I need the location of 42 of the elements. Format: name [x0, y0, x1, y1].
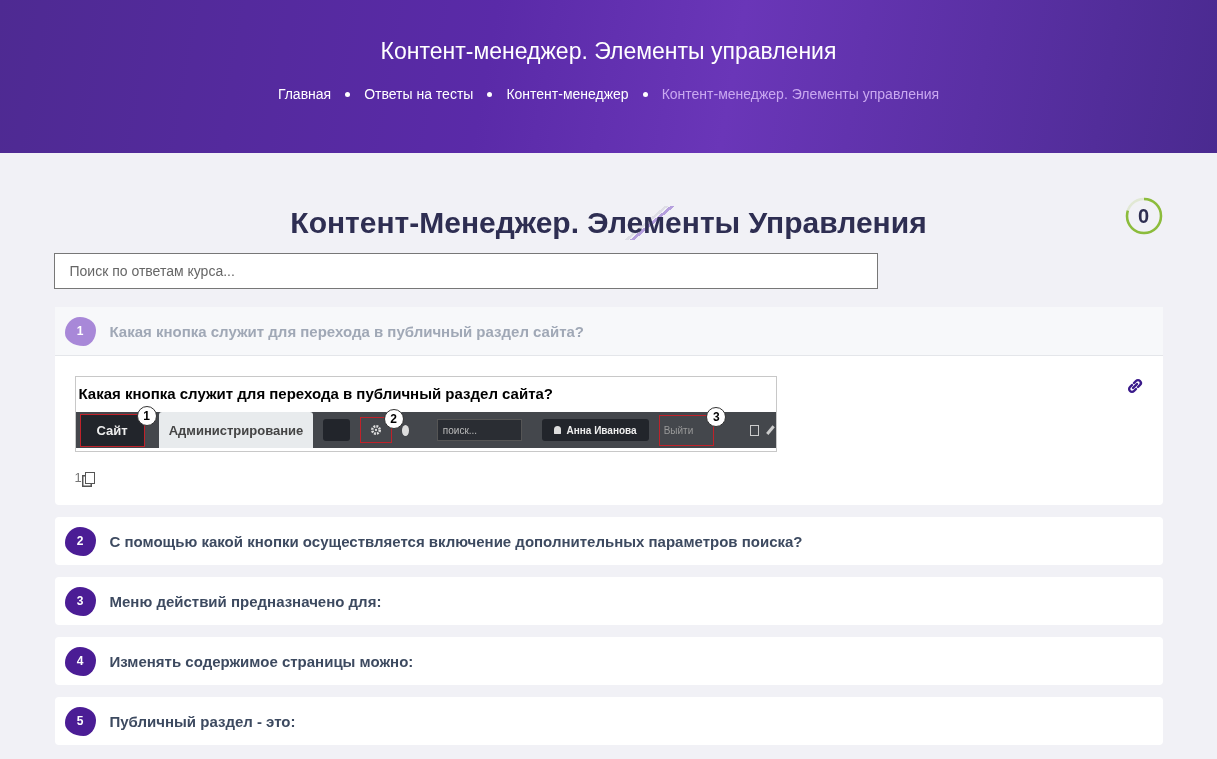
answer-text: 1 — [74, 470, 82, 485]
number-badge: 2 — [64, 526, 96, 556]
site-button[interactable]: Сайт — [80, 414, 144, 446]
user-icon — [553, 426, 561, 434]
breadcrumb-link[interactable]: Ответы на тесты — [364, 86, 474, 102]
bullet-icon — [487, 91, 493, 97]
question-header[interactable]: 4 Изменять содержимое страницы можно: — [54, 637, 1163, 685]
breadcrumb-current: Контент-менеджер. Элементы управления — [661, 86, 940, 102]
number-badge: 3 — [64, 586, 96, 616]
breadcrumb-link[interactable]: Главная — [277, 86, 332, 102]
number-marker: 1 — [136, 405, 157, 426]
page-header-title: Контент-менеджер. Элементы управления — [380, 38, 837, 65]
question-header[interactable]: 2 С помощью какой кнопки осуществляется включение дополнительных параметров поиска? — [54, 517, 1163, 565]
number-badge: 5 — [64, 706, 96, 736]
question-text: Какая кнопка служит для перехода в публичный раздел сайта? — [109, 322, 584, 340]
gear-icon[interactable] — [368, 423, 383, 437]
window-icon[interactable] — [750, 424, 759, 436]
question-header[interactable]: 3 Меню действий предназначено для: — [54, 577, 1163, 625]
screenshot-question: Какая кнопка служит для перехода в публичный раздел сайта? — [77, 384, 554, 404]
question-header[interactable]: 5 Публичный раздел - это: — [54, 697, 1163, 745]
progress-value: 0 — [1137, 204, 1150, 228]
bullet-icon — [642, 91, 648, 97]
question-text: Публичный раздел - это: — [109, 712, 296, 730]
progress-ring-drawing — [1123, 196, 1164, 236]
number-badge: 1 — [64, 316, 96, 346]
user-name: Анна Иванова — [566, 424, 637, 436]
number-marker: 3 — [706, 406, 727, 427]
page-title: Контент-Менеджер. Элементы Управления — [290, 206, 927, 240]
breadcrumb-link[interactable]: Контент-менеджер — [506, 86, 629, 102]
search-placeholder: поиск... — [442, 424, 478, 436]
link-icon[interactable] — [1126, 378, 1143, 394]
number-badge: 4 — [64, 646, 96, 676]
bullet-icon — [345, 91, 351, 97]
user-button[interactable]: Анна Иванова — [541, 419, 649, 441]
question-text: Изменять содержимое страницы можно: — [109, 652, 414, 670]
toolbar-search-field[interactable]: поиск... — [436, 419, 522, 441]
question-text: С помощью какой кнопки осуществляется включение дополнительных параметров поиска? — [109, 532, 803, 550]
admin-tab[interactable]: Администрирование — [158, 412, 314, 448]
number-marker: 2 — [383, 409, 404, 429]
question-text: Меню действий предназначено для: — [109, 592, 382, 610]
search-field[interactable]: Поиск по ответам курса... — [53, 253, 878, 289]
copy-icon[interactable] — [84, 471, 95, 484]
